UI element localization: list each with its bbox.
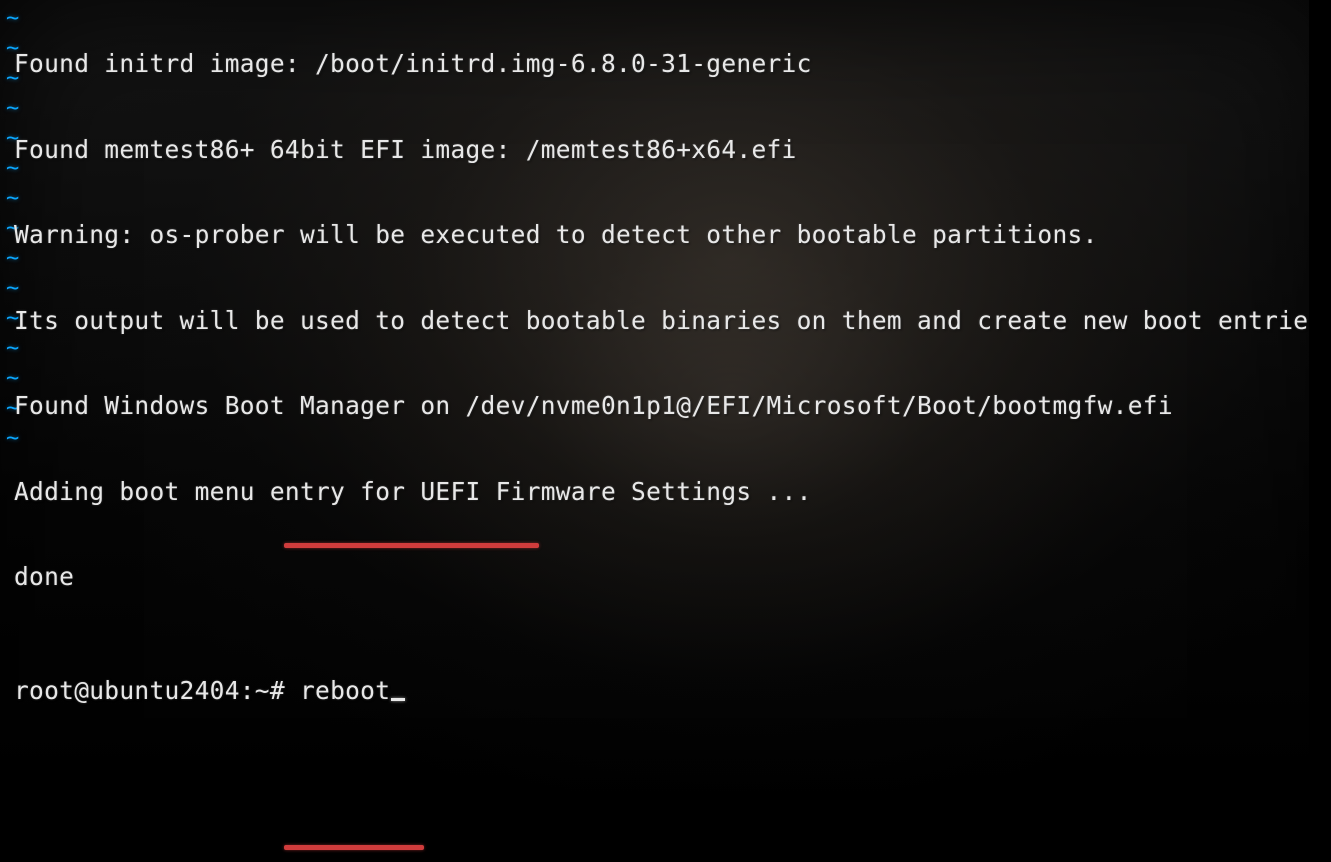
output-line: Found initrd image: /boot/initrd.img-6.8…: [14, 50, 1321, 79]
prompt-line-2[interactable]: root@ubuntu2404:~# reboot: [14, 677, 1321, 706]
annotation-underline-1: [284, 543, 539, 548]
shell-command: reboot: [300, 676, 390, 705]
screen-bezel-right: [1309, 0, 1331, 862]
output-line: done: [14, 563, 1321, 592]
terminal-screen[interactable]: ~~~~~~~~~~~~~~~ "/etc/default/grub" 40L,…: [0, 0, 1331, 862]
output-line: Adding boot menu entry for UEFI Firmware…: [14, 478, 1321, 507]
output-line: Found memtest86+ 64bit EFI image: /memte…: [14, 136, 1321, 165]
annotation-underline-2: [284, 845, 424, 850]
shell-prompt: root@ubuntu2404:~#: [14, 676, 300, 705]
screen-bezel-bottom: [0, 856, 1331, 862]
output-line: Warning: os-prober will be executed to d…: [14, 221, 1321, 250]
terminal-output-region[interactable]: "/etc/default/grub" 40L, 1560B written r…: [14, 0, 1321, 848]
output-line: Found Windows Boot Manager on /dev/nvme0…: [14, 392, 1321, 421]
output-line: Its output will be used to detect bootab…: [14, 307, 1321, 336]
text-cursor: [391, 698, 405, 701]
